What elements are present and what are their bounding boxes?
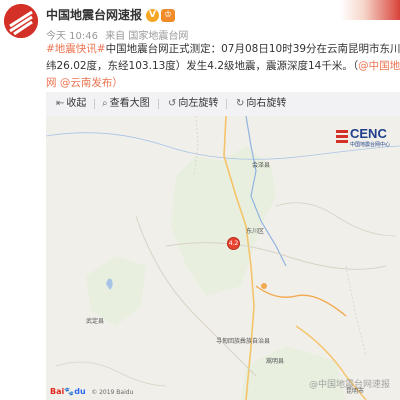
baidu-attribution: Bai🐾du © 2019 Baidu xyxy=(50,387,133,396)
mention-link[interactable]: @中国地震台 xyxy=(358,60,400,72)
post-meta: 今天 10:46 来自 国家地震台网 xyxy=(46,27,192,42)
place-label: 武定县 xyxy=(86,318,105,325)
image-toolbar: ⇤ 收起 ⌕ 查看大图 ↺ 向左旋转 ↻ 向右旋转 xyxy=(46,92,400,116)
cenc-avatar-icon xyxy=(4,4,38,38)
cenc-logo-subtitle: 中国地震台网中心 xyxy=(350,142,391,148)
epicenter-marker[interactable]: 4.2 xyxy=(227,237,240,250)
map-base xyxy=(46,116,400,400)
place-label: 东川区 xyxy=(246,228,265,235)
place-label: 会泽县 xyxy=(252,162,271,169)
baidu-logo-left: Bai xyxy=(50,387,65,396)
post-text-line-3: 网 @云南发布） xyxy=(46,77,123,89)
topic-link[interactable]: #地震快讯# xyxy=(46,43,106,55)
enlarge-button[interactable]: ⌕ 查看大图 xyxy=(102,92,159,116)
baidu-logo-right: du xyxy=(74,387,86,396)
cenc-logo-icon xyxy=(336,130,348,143)
magnify-icon: ⌕ xyxy=(102,98,108,109)
post-text-line-1: #地震快讯#中国地震台网正式测定：07月08日10时39分在云南昆明市东川区（北 xyxy=(46,43,400,55)
author-name[interactable]: 中国地震台网速报 xyxy=(46,8,142,22)
post-text: #地震快讯#中国地震台网正式测定：07月08日10时39分在云南昆明市东川区（北… xyxy=(46,41,400,92)
earthquake-map[interactable]: 会泽县 东川区 寻甸回族彝族自治县 武定县 嵩明县 昆明市 CENC 中国地震台… xyxy=(46,116,400,400)
member-crown-icon: ♔ xyxy=(161,9,176,22)
weibo-watermark: @中国地震台网速报 xyxy=(308,380,390,390)
rotate-right-button[interactable]: ↻ 向右旋转 xyxy=(236,92,286,116)
rotate-left-icon: ↺ xyxy=(168,98,177,109)
verified-badge-icon: V xyxy=(146,9,160,22)
avatar[interactable] xyxy=(4,4,38,38)
collapse-icon: ⇤ xyxy=(56,98,65,109)
header-decoration xyxy=(340,0,400,20)
rotate-right-icon: ↻ xyxy=(236,98,245,109)
cenc-logo: CENC 中国地震台网中心 xyxy=(336,124,394,154)
collapse-button[interactable]: ⇤ 收起 xyxy=(56,92,96,116)
baidu-copyright: © 2019 Baidu xyxy=(91,389,134,396)
place-label: 寻甸回族彝族自治县 xyxy=(216,338,271,345)
author-line: 中国地震台网速报 V ♔ xyxy=(46,6,176,23)
rotate-left-button[interactable]: ↺ 向左旋转 xyxy=(168,92,228,116)
cenc-logo-title: CENC xyxy=(350,126,387,141)
post-text-line-2: 纬26.02度，东经103.13度）发生4.2级地震，震源深度14千米。（@中国… xyxy=(46,58,400,75)
baidu-paw-icon: 🐾 xyxy=(64,387,75,396)
place-label: 嵩明县 xyxy=(266,358,285,365)
